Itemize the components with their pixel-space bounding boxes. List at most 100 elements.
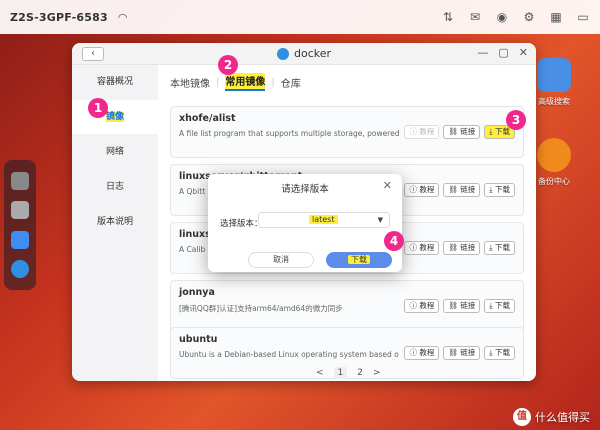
grid-icon[interactable]: ▦: [549, 10, 563, 24]
minimize-all-icon[interactable]: ▭: [576, 10, 590, 24]
button-label: 链接: [460, 243, 476, 252]
link-button[interactable]: ⛓ 链接: [443, 299, 481, 313]
step-marker-3: 3: [506, 110, 526, 130]
pagination: < 1 2 >: [316, 367, 381, 379]
button-label: 链接: [460, 301, 476, 310]
gear-icon[interactable]: ⚙: [522, 10, 536, 24]
back-button[interactable]: ‹: [82, 47, 104, 61]
prev-page-button[interactable]: <: [316, 368, 324, 378]
link-icon: ⛓: [448, 243, 458, 252]
link-button[interactable]: ⛓ 链接: [443, 346, 481, 360]
tutorial-button[interactable]: ⓘ 教程: [404, 183, 440, 197]
image-card: jonnya [腾讯QQ群]认证]支持arm64/amd64的微力同步 ⓘ 教程…: [170, 280, 524, 332]
cloud-download-icon: ⤓: [489, 185, 493, 194]
system-icons: ⇅ ✉ ◉ ⚙ ▦ ▭: [441, 0, 590, 34]
tutorial-button[interactable]: ⓘ 教程: [404, 241, 440, 255]
version-dialog: 请选择版本 ✕ 选择版本： latest ▼ 取消 下载: [208, 174, 402, 272]
tab-local-images[interactable]: 本地镜像: [170, 75, 210, 90]
button-label: 下载: [495, 301, 510, 310]
button-label: 教程: [419, 127, 435, 136]
cloud-download-icon: ⤓: [489, 243, 493, 252]
cloud-download-icon: ⤓: [489, 348, 493, 357]
book-icon: ⓘ: [409, 301, 417, 310]
user-icon[interactable]: ◉: [495, 10, 509, 24]
tab-common-images[interactable]: 常用镜像: [225, 73, 266, 91]
link-icon: ⛓: [448, 301, 458, 310]
tutorial-button[interactable]: ⓘ 教程: [404, 125, 440, 139]
docker-icon[interactable]: [11, 260, 29, 279]
image-name: xhofe/alist: [179, 113, 236, 124]
sidebar: 容器概况 镜像 网络 日志 版本说明: [72, 65, 158, 381]
download-button[interactable]: ⤓ 下载: [484, 299, 515, 313]
link-button[interactable]: ⛓ 链接: [443, 241, 481, 255]
next-page-button[interactable]: >: [373, 368, 381, 378]
button-label: 教程: [419, 185, 435, 194]
link-button[interactable]: ⛓ 链接: [443, 125, 481, 139]
step-marker-1: 1: [88, 98, 108, 118]
version-select[interactable]: latest ▼: [258, 212, 390, 228]
download-button[interactable]: ⤓ 下载: [484, 346, 515, 360]
maximize-icon[interactable]: ▢: [498, 46, 508, 59]
download-button[interactable]: ⤓ 下载: [484, 241, 515, 255]
version-select-value: latest: [309, 215, 338, 224]
button-label: 下载: [495, 243, 510, 252]
tab-bar: 本地镜像 | 常用镜像 | 仓库: [170, 73, 301, 91]
image-name: jonnya: [179, 287, 215, 298]
cancel-button[interactable]: 取消: [248, 252, 314, 268]
system-bar: Z2S-3GPF-6583 ◠ ⇅ ✉ ◉ ⚙ ▦ ▭: [0, 0, 600, 34]
image-card: xhofe/alist A file list program that sup…: [170, 106, 524, 158]
page-button-2[interactable]: 2: [357, 368, 363, 378]
button-label: 链接: [460, 127, 476, 136]
tab-separator: |: [216, 76, 220, 88]
download-button[interactable]: ⤓ 下载: [484, 183, 515, 197]
backup-app-icon: [537, 138, 571, 172]
sidebar-item-images[interactable]: 镜像: [72, 100, 158, 134]
step-marker-2: 2: [218, 55, 238, 75]
version-label: 选择版本：: [220, 219, 263, 229]
image-desc: [腾讯QQ群]认证]支持arm64/amd64的微力同步: [179, 304, 343, 313]
window-controls: — ▢ ✕: [477, 46, 528, 59]
mail-icon[interactable]: ✉: [468, 10, 482, 24]
confirm-label: 下载: [348, 255, 370, 264]
minimize-icon[interactable]: —: [477, 46, 488, 59]
search-app-icon: [537, 58, 571, 92]
folder-icon[interactable]: [11, 230, 29, 249]
dialog-title: 请选择版本: [281, 184, 329, 195]
dialog-close-icon[interactable]: ✕: [383, 179, 392, 192]
link-button[interactable]: ⛓ 链接: [443, 183, 481, 197]
book-icon: ⓘ: [409, 127, 417, 136]
hostname: Z2S-3GPF-6583: [10, 10, 108, 24]
tutorial-button[interactable]: ⓘ 教程: [404, 299, 440, 313]
button-label: 下载: [495, 127, 510, 136]
sidebar-item-version[interactable]: 版本说明: [72, 205, 158, 239]
window-titlebar: ‹ docker — ▢ ✕: [72, 43, 536, 65]
book-icon: ⓘ: [409, 348, 417, 357]
button-label: 下载: [495, 348, 510, 357]
image-desc: Ubuntu is a Debian-based Linux operating…: [179, 350, 399, 359]
book-icon: ⓘ: [409, 185, 417, 194]
button-label: 教程: [419, 301, 435, 310]
drive-icon[interactable]: [11, 171, 29, 190]
window-title-text: docker: [293, 47, 332, 60]
tutorial-button[interactable]: ⓘ 教程: [404, 346, 440, 360]
button-label: 教程: [419, 348, 435, 357]
sidebar-item-overview[interactable]: 容器概况: [72, 65, 158, 99]
download-confirm-button[interactable]: 下载: [326, 252, 392, 268]
tab-repository[interactable]: 仓库: [281, 75, 301, 90]
page-button-1[interactable]: 1: [333, 367, 348, 379]
button-label: 链接: [460, 348, 476, 357]
step-marker-4: 4: [384, 231, 404, 251]
watermark-text: 什么值得买: [535, 411, 590, 424]
sidebar-item-logs[interactable]: 日志: [72, 170, 158, 204]
cloud-download-icon: ⤓: [489, 127, 493, 136]
chevron-down-icon: ▼: [377, 216, 383, 224]
button-label: 教程: [419, 243, 435, 252]
wifi-icon: ◠: [117, 10, 128, 24]
transfer-icon[interactable]: ⇅: [441, 10, 455, 24]
sidebar-item-label: 镜像: [105, 112, 124, 122]
apps-icon[interactable]: [11, 201, 29, 220]
sidebar-item-network[interactable]: 网络: [72, 135, 158, 169]
button-label: 链接: [460, 185, 476, 194]
watermark-logo-icon: 值: [513, 408, 531, 426]
close-icon[interactable]: ✕: [519, 46, 528, 59]
